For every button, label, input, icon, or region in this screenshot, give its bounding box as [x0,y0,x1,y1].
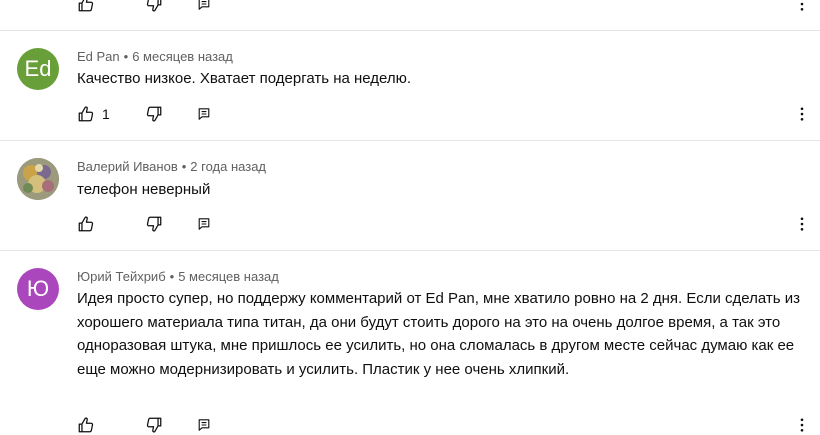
avatar-photo-icon [17,158,59,200]
comment-time[interactable]: 5 месяцев назад [178,269,279,284]
avatar[interactable]: Ю [17,268,59,310]
comment-actions-previous [77,0,820,14]
author-name[interactable]: Юрий Тейхриб [77,269,166,284]
more-options-button[interactable] [798,415,806,435]
comment-text: телефон неверный [77,181,211,198]
reply-icon [196,106,212,122]
author-name[interactable]: Валерий Иванов [77,159,178,174]
more-options-button[interactable] [798,0,806,14]
reply-icon [196,417,212,433]
reply-icon [196,216,212,232]
thumb-up-icon [77,215,95,233]
thumb-down-icon [145,416,163,434]
avatar-initials: Ed [24,56,52,81]
meta-separator: • [169,269,175,284]
thumb-down-icon [145,0,163,13]
reply-icon [196,0,212,12]
comment-meta: Юрий Тейхриб • 5 месяцев назад [77,269,279,284]
more-vert-icon [800,107,804,121]
comment-text: Идея просто супер, но поддержу комментар… [77,290,800,378]
reply-button[interactable] [196,104,212,124]
dislike-button[interactable] [145,104,163,124]
comment-text: Качество низкое. Хватает подергать на не… [77,70,412,87]
comment-time[interactable]: 6 месяцев назад [132,49,233,64]
dislike-button[interactable] [145,0,163,14]
like-button[interactable] [77,415,95,435]
more-vert-icon [800,418,804,432]
comment-meta: Валерий Иванов • 2 года назад [77,159,266,174]
comment-item: Валерий Иванов • 2 года назад телефон неве… [0,141,820,250]
avatar-initials: Ю [26,276,50,301]
more-vert-icon [800,0,804,11]
comment-actions: 1 [77,104,820,124]
more-vert-icon [800,217,804,231]
comment-actions [77,214,820,234]
more-options-button[interactable] [798,214,806,234]
comment-meta: Ed Pan • 6 месяцев назад [77,49,233,64]
like-button[interactable]: 1 [77,104,110,124]
reply-button[interactable] [196,214,212,234]
comment-time[interactable]: 2 года назад [190,159,266,174]
thumb-up-icon [77,0,95,13]
meta-separator: • [181,159,187,174]
comment-item: Ю Юрий Тейхриб • 5 месяцев назад Идея прос… [0,251,820,424]
thumb-up-icon [77,105,95,123]
thumb-down-icon [145,215,163,233]
dislike-button[interactable] [145,415,163,435]
like-count: 1 [102,106,110,122]
avatar[interactable]: Ed [17,48,59,90]
dislike-button[interactable] [145,214,163,234]
thumb-up-icon [77,416,95,434]
comment-item: Ed Ed Pan • 6 месяцев назад Качество низко… [0,31,820,140]
thumb-down-icon [145,105,163,123]
like-button[interactable] [77,214,95,234]
reply-button[interactable] [196,415,212,435]
author-name[interactable]: Ed Pan [77,49,120,64]
avatar[interactable] [17,158,59,200]
meta-separator: • [123,49,129,64]
like-button[interactable] [77,0,95,14]
more-options-button[interactable] [798,104,806,124]
reply-button[interactable] [196,0,212,14]
comment-actions [77,415,820,435]
